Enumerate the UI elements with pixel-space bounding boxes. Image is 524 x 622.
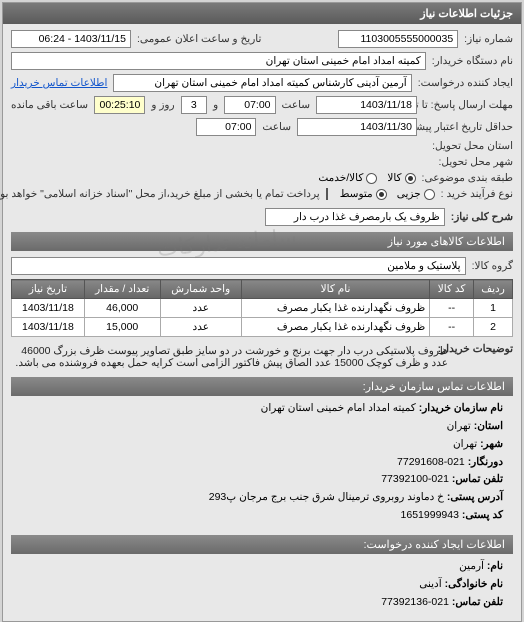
bc-fax: 021-77291608 — [397, 456, 465, 468]
cc-lname-lbl: نام خانوادگی: — [445, 578, 503, 590]
time-left-field: 00:25:10 — [94, 96, 145, 114]
panel-title: جزئیات اطلاعات نیاز — [3, 3, 521, 24]
radio-partial-icon — [424, 189, 435, 200]
th-code: کد کالا — [430, 280, 474, 299]
deadline-label: مهلت ارسال پاسخ: تا تاریخ: — [423, 99, 513, 111]
bc-fax-lbl: دورنگار: — [468, 456, 503, 468]
bc-province: تهران — [447, 420, 471, 432]
radio-partial-label: جزیی — [397, 188, 421, 200]
details-panel: جزئیات اطلاعات نیاز شماره نیاز: 11030055… — [2, 2, 522, 622]
req-number-label: شماره نیاز: — [464, 33, 513, 45]
bc-city: تهران — [453, 438, 477, 450]
buyer-org-label: نام دستگاه خریدار: — [432, 55, 513, 67]
buyer-contact-header: اطلاعات تماس سازمان خریدار: — [11, 377, 513, 396]
cc-lname: آدینی — [419, 578, 441, 590]
bc-postal: 1651999943 — [401, 509, 459, 521]
bc-addr-lbl: آدرس پستی: — [447, 491, 503, 503]
treasury-checkbox[interactable] — [326, 188, 328, 200]
days-left-field: 3 — [181, 96, 208, 114]
th-qty: تعداد / مقدار — [84, 280, 160, 299]
th-name: نام کالا — [241, 280, 429, 299]
deadline-date-field: 1403/11/18 — [316, 96, 417, 114]
creator-contact-header: اطلاعات ایجاد کننده درخواست: — [11, 535, 513, 554]
table-row[interactable]: 2 -- ظروف نگهدارنده غذا یکبار مصرف عدد 1… — [12, 318, 513, 337]
radio-goods-icon — [405, 173, 416, 184]
cc-fname-lbl: نام: — [487, 560, 503, 572]
cell-date: 1403/11/18 — [12, 318, 85, 337]
need-title-label: شرح کلی نیاز: — [451, 211, 513, 223]
cell-code: -- — [430, 299, 474, 318]
cell-name: ظروف نگهدارنده غذا یکبار مصرف — [241, 299, 429, 318]
goods-group-field: پلاستیک و ملامین — [11, 257, 466, 275]
cc-phone: 021-77392136 — [381, 596, 449, 608]
radio-service-label: کالا/خدمت — [318, 172, 363, 184]
cell-idx: 2 — [474, 318, 513, 337]
cell-unit: عدد — [160, 299, 241, 318]
th-unit: واحد شمارش — [160, 280, 241, 299]
goods-table: ردیف کد کالا نام کالا واحد شمارش تعداد /… — [11, 279, 513, 337]
bc-phone-lbl: تلفن تماس: — [452, 473, 503, 485]
radio-medium-label: متوسط — [340, 188, 373, 200]
buy-process-label: نوع فرآیند خرید : — [441, 188, 513, 200]
buyer-contact-link[interactable]: اطلاعات تماس خریدار — [11, 77, 107, 89]
cell-unit: عدد — [160, 318, 241, 337]
requester-label: ایجاد کننده درخواست: — [418, 77, 513, 89]
cell-qty: 46,000 — [84, 299, 160, 318]
and-label: و — [213, 99, 218, 111]
radio-goods-label: کالا — [387, 172, 401, 184]
process-radio-group: جزیی متوسط — [340, 188, 435, 200]
cell-code: -- — [430, 318, 474, 337]
day-word-label: روز و — [151, 99, 174, 111]
delivery-province-label: استان محل تحویل: — [432, 140, 513, 152]
budget-radio-group: کالا کالا/خدمت — [318, 172, 415, 184]
buyer-org-field: کمیته امداد امام خمینی استان تهران — [11, 52, 426, 70]
radio-service[interactable]: کالا/خدمت — [318, 172, 377, 184]
form-body: شماره نیاز: 1103005555000035 تاریخ و ساع… — [3, 24, 521, 621]
radio-goods[interactable]: کالا — [387, 172, 415, 184]
cc-fname: آرمین — [459, 560, 484, 572]
radio-partial[interactable]: جزیی — [397, 188, 435, 200]
th-idx: ردیف — [474, 280, 513, 299]
remaining-label: ساعت باقی مانده — [11, 99, 88, 111]
deadline-time-field: 07:00 — [224, 96, 275, 114]
buyer-desc-label: توضیحات خریدار: — [458, 343, 513, 355]
cc-phone-lbl: تلفن تماس: — [452, 596, 503, 608]
buyer-contact-block: نام سازمان خریدار: کمیته امداد امام خمین… — [11, 396, 513, 529]
goods-group-label: گروه کالا: — [472, 260, 513, 272]
bc-addr: خ دماوند روبروی ترمینال شرق جنب برج مرجا… — [209, 491, 444, 503]
bc-name: کمیته امداد امام خمینی استان تهران — [261, 402, 416, 414]
time-label: ساعت — [282, 99, 311, 111]
bc-name-lbl: نام سازمان خریدار: — [419, 402, 503, 414]
delivery-city-label: شهر محل تحویل: — [438, 156, 513, 168]
time-label-2: ساعت — [262, 121, 291, 133]
req-number-field: 1103005555000035 — [338, 30, 458, 48]
creator-contact-block: نام: آرمین نام خانوادگی: آدینی تلفن تماس… — [11, 554, 513, 616]
bc-phone: 021-77392100 — [381, 473, 449, 485]
table-row[interactable]: 1 -- ظروف نگهدارنده غذا یکبار مصرف عدد 4… — [12, 299, 513, 318]
cell-date: 1403/11/18 — [12, 299, 85, 318]
public-notice-field: 1403/11/15 - 06:24 — [11, 30, 131, 48]
cell-qty: 15,000 — [84, 318, 160, 337]
cell-idx: 1 — [474, 299, 513, 318]
need-title-field: ظروف یک بارمصرف غذا درب دار — [265, 208, 445, 226]
bc-province-lbl: استان: — [474, 420, 503, 432]
goods-info-header: اطلاعات کالاهای مورد نیاز — [11, 232, 513, 251]
requester-field: آرمین آدینی کارشناس کمیته امداد امام خمی… — [113, 74, 411, 92]
delivery-date-field: 1403/11/30 — [297, 118, 417, 136]
buyer-desc-text: ظروف پلاستیکی درب دار جهت برنج و خورشت د… — [11, 343, 452, 371]
pay-note-label: پرداخت تمام یا بخشی از مبلغ خرید،از محل … — [0, 188, 320, 200]
th-date: تاریخ نیاز — [12, 280, 85, 299]
delivery-deadline-label: حداقل تاریخ اعتبار پیشنهاد: تا تاریخ: — [423, 121, 513, 133]
cell-name: ظروف نگهدارنده غذا یکبار مصرف — [241, 318, 429, 337]
bc-postal-lbl: کد پستی: — [462, 509, 503, 521]
delivery-time-field: 07:00 — [196, 118, 256, 136]
bc-city-lbl: شهر: — [480, 438, 503, 450]
radio-service-icon — [366, 173, 377, 184]
public-notice-label: تاریخ و ساعت اعلان عمومی: — [137, 33, 261, 45]
budget-class-label: طبقه بندی موضوعی: — [422, 172, 513, 184]
radio-medium[interactable]: متوسط — [340, 188, 387, 200]
radio-medium-icon — [376, 189, 387, 200]
